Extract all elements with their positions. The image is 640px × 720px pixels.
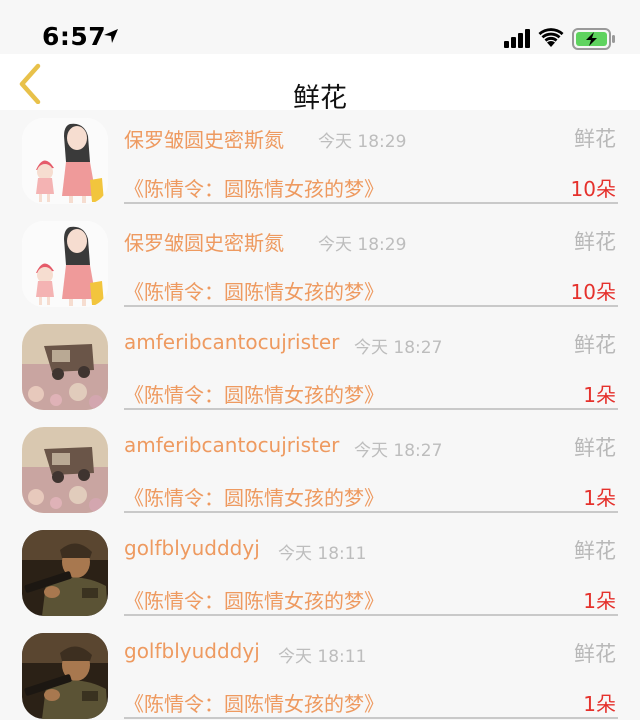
sender-name[interactable]: 保罗皱圆史密斯氮 — [124, 124, 284, 153]
article-title-link[interactable]: 《陈情令：圆陈情女孩的梦》 — [124, 173, 384, 202]
wifi-icon — [538, 28, 564, 47]
avatar[interactable] — [22, 324, 108, 410]
timestamp: 今天 18:27 — [354, 338, 443, 358]
timestamp: 今天 18:29 — [318, 132, 407, 152]
gift-type: 鲜花 — [574, 642, 616, 666]
divider — [124, 408, 618, 410]
divider — [124, 614, 618, 616]
status-time: 6:57 — [42, 22, 107, 51]
sender-name[interactable]: 保罗皱圆史密斯氮 — [124, 227, 284, 256]
divider — [124, 305, 618, 307]
battery-charging-icon — [572, 28, 615, 50]
timestamp: 今天 18:27 — [354, 441, 443, 461]
cellular-signal-icon — [504, 29, 530, 48]
article-title-link[interactable]: 《陈情令：圆陈情女孩的梦》 — [124, 379, 384, 408]
gift-type: 鲜花 — [574, 333, 616, 357]
list-item[interactable]: golfblyudddyj 今天 18:11 鲜花 《陈情令：圆陈情女孩的梦》 … — [0, 625, 640, 720]
flower-count: 1朵 — [583, 692, 616, 716]
article-title-link[interactable]: 《陈情令：圆陈情女孩的梦》 — [124, 688, 384, 717]
navigation-bar: 鲜花 — [0, 54, 640, 114]
gift-type: 鲜花 — [574, 230, 616, 254]
sender-name[interactable]: amferibcantocujrister — [124, 433, 339, 457]
divider — [124, 717, 618, 719]
flower-count: 1朵 — [583, 383, 616, 407]
flower-gift-list: 保罗皱圆史密斯氮 今天 18:29 鲜花 《陈情令：圆陈情女孩的梦》 10朵 保… — [0, 110, 640, 720]
sender-name[interactable]: golfblyudddyj — [124, 536, 260, 560]
divider — [124, 202, 618, 204]
timestamp: 今天 18:29 — [318, 235, 407, 255]
article-title-link[interactable]: 《陈情令：圆陈情女孩的梦》 — [124, 276, 384, 305]
avatar[interactable] — [22, 221, 108, 307]
list-item[interactable]: 保罗皱圆史密斯氮 今天 18:29 鲜花 《陈情令：圆陈情女孩的梦》 10朵 — [0, 110, 640, 213]
flower-count: 10朵 — [570, 177, 616, 201]
list-item[interactable]: 保罗皱圆史密斯氮 今天 18:29 鲜花 《陈情令：圆陈情女孩的梦》 10朵 — [0, 213, 640, 316]
gift-type: 鲜花 — [574, 436, 616, 460]
status-bar: 6:57 — [0, 0, 640, 54]
list-item[interactable]: golfblyudddyj 今天 18:11 鲜花 《陈情令：圆陈情女孩的梦》 … — [0, 522, 640, 625]
gift-type: 鲜花 — [574, 127, 616, 151]
avatar[interactable] — [22, 633, 108, 719]
location-arrow-icon — [104, 29, 118, 43]
timestamp: 今天 18:11 — [278, 544, 367, 564]
list-item[interactable]: amferibcantocujrister 今天 18:27 鲜花 《陈情令：圆… — [0, 316, 640, 419]
sender-name[interactable]: golfblyudddyj — [124, 639, 260, 663]
article-title-link[interactable]: 《陈情令：圆陈情女孩的梦》 — [124, 482, 384, 511]
list-item[interactable]: amferibcantocujrister 今天 18:27 鲜花 《陈情令：圆… — [0, 419, 640, 522]
flower-count: 1朵 — [583, 589, 616, 613]
divider — [124, 511, 618, 513]
avatar[interactable] — [22, 530, 108, 616]
gift-type: 鲜花 — [574, 539, 616, 563]
flower-count: 1朵 — [583, 486, 616, 510]
sender-name[interactable]: amferibcantocujrister — [124, 330, 339, 354]
timestamp: 今天 18:11 — [278, 647, 367, 667]
flower-count: 10朵 — [570, 280, 616, 304]
avatar[interactable] — [22, 118, 108, 204]
article-title-link[interactable]: 《陈情令：圆陈情女孩的梦》 — [124, 585, 384, 614]
avatar[interactable] — [22, 427, 108, 513]
